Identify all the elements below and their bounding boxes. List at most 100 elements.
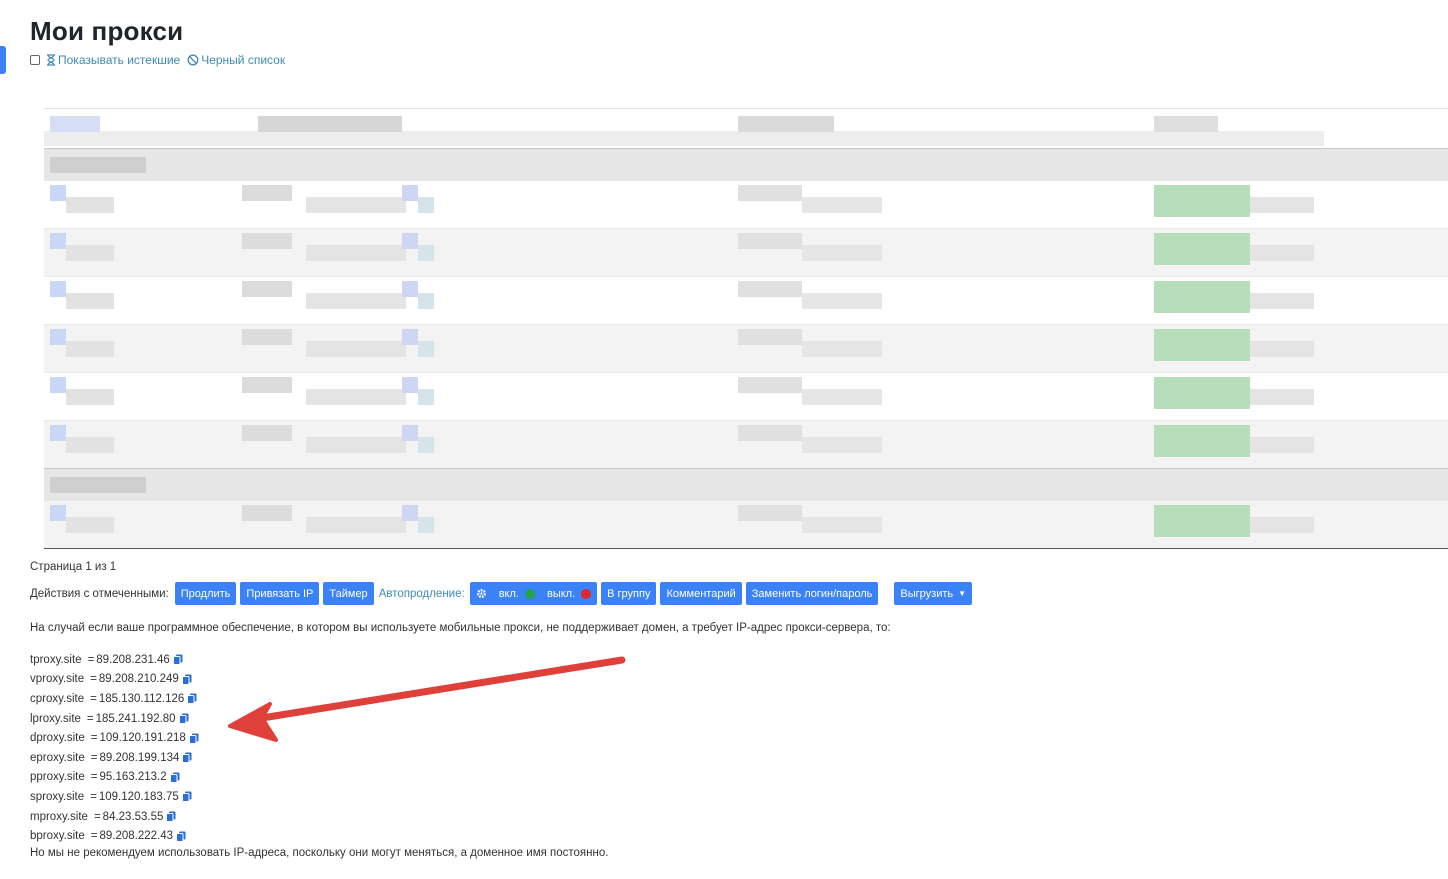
copy-icon[interactable] (187, 693, 197, 705)
table-row[interactable] (44, 180, 1448, 228)
blurred-cell (1250, 293, 1314, 309)
blurred-cell (50, 157, 146, 173)
blurred-cell (66, 341, 114, 357)
blurred-header-cell (258, 116, 402, 132)
sidebar-toggle[interactable] (0, 46, 6, 74)
blurred-cell (50, 425, 66, 441)
equals-sign: = (90, 790, 97, 803)
timer-button[interactable]: Таймер (323, 582, 374, 605)
autorenew-on-label: вкл. (498, 587, 519, 600)
table-bottom-border (44, 548, 1448, 549)
blurred-cell (306, 197, 406, 213)
equals-sign: = (90, 751, 98, 764)
blurred-cell (242, 185, 292, 201)
bind-ip-button[interactable]: Привязать IP (240, 582, 320, 605)
blurred-cell (802, 197, 882, 213)
proxy-host: cproxy.site (30, 692, 85, 705)
blurred-cell (242, 377, 292, 393)
blurred-cell (306, 437, 406, 453)
blurred-cell (402, 425, 418, 441)
show-expired-checkbox[interactable] (30, 55, 40, 65)
equals-sign: = (90, 830, 98, 843)
pagination-info: Страница 1 из 1 (30, 561, 117, 573)
table-row[interactable] (44, 420, 1448, 468)
table-group-row[interactable] (44, 148, 1448, 180)
blurred-cell (738, 281, 802, 297)
blurred-cell (50, 233, 66, 249)
table-row[interactable] (44, 276, 1448, 324)
proxy-row: tproxy.site = 89.208.231.46 (30, 650, 199, 670)
proxy-row: dproxy.site = 109.120.191.218 (30, 728, 199, 748)
proxy-host: vproxy.site (30, 673, 85, 686)
blurred-cell (1154, 505, 1250, 537)
copy-icon[interactable] (181, 674, 192, 685)
autorenew-on-dot (524, 588, 535, 599)
proxy-ip: 89.208.199.134 (99, 751, 180, 764)
export-label: Выгрузить (900, 587, 954, 600)
show-expired-link[interactable]: Показывать истекшие (46, 53, 180, 67)
filter-bar: Показывать истекшие Черный список (30, 53, 285, 67)
table-row[interactable] (44, 324, 1448, 372)
blurred-cell (802, 245, 882, 261)
copy-icon[interactable] (182, 752, 192, 764)
proxy-ip: 89.208.222.43 (99, 830, 174, 843)
copy-icon[interactable] (172, 654, 183, 666)
blurred-cell (50, 477, 146, 493)
copy-icon[interactable] (181, 791, 192, 803)
blurred-cell (242, 505, 292, 521)
blurred-cell (242, 425, 292, 441)
autorenew-label: Автопродление: (378, 587, 465, 600)
table-row[interactable] (44, 500, 1448, 548)
blurred-cell (1154, 233, 1250, 265)
extend-button[interactable]: Продлить (174, 582, 237, 605)
copy-icon[interactable] (166, 811, 176, 823)
table-row[interactable] (44, 372, 1448, 420)
blacklist-link[interactable]: Черный список (187, 53, 285, 67)
chevron-down-icon: ▼ (958, 589, 967, 598)
copy-icon[interactable] (178, 713, 189, 725)
blurred-cell (418, 197, 434, 213)
blurred-cell (738, 329, 802, 345)
blurred-cell (306, 389, 406, 405)
autorenew-button[interactable]: вкл. выкл. (469, 582, 598, 605)
blurred-cell (402, 185, 418, 201)
proxy-table-blurred (44, 108, 1448, 560)
copy-icon[interactable] (176, 831, 186, 842)
blurred-cell (402, 329, 418, 345)
ip-notice: На случай если ваше программное обеспече… (30, 622, 891, 634)
blurred-cell (1250, 389, 1314, 405)
blurred-cell (418, 389, 434, 405)
copy-icon[interactable] (169, 772, 180, 783)
blurred-cell (50, 505, 66, 521)
blurred-cell (306, 341, 406, 357)
ip-footer-note: Но мы не рекомендуем использовать IP-адр… (30, 847, 609, 859)
export-button[interactable]: Выгрузить ▼ (894, 582, 973, 605)
comment-button[interactable]: Комментарий (660, 582, 742, 605)
proxy-host: bproxy.site (30, 830, 85, 843)
copy-icon[interactable] (188, 733, 199, 744)
proxy-host: eproxy.site (30, 751, 85, 764)
proxy-host: tproxy.site (30, 653, 82, 666)
proxy-ip: 89.208.210.249 (98, 673, 179, 686)
proxy-row: vproxy.site = 89.208.210.249 (30, 670, 199, 690)
blurred-cell (50, 281, 66, 297)
table-group-row[interactable] (44, 468, 1448, 500)
proxy-ip: 109.120.183.75 (98, 790, 179, 803)
equals-sign: = (90, 673, 97, 686)
proxy-ip: 89.208.231.46 (96, 653, 170, 666)
blurred-cell (66, 517, 114, 533)
replace-login-button[interactable]: Заменить логин/пароль (745, 582, 879, 605)
blurred-cell (1154, 425, 1250, 457)
blurred-header-cell (1154, 116, 1218, 132)
blurred-cell (802, 389, 882, 405)
blurred-cell (1250, 245, 1314, 261)
blurred-cell (418, 245, 434, 261)
proxy-ip: 185.241.192.80 (95, 712, 176, 725)
table-row[interactable] (44, 228, 1448, 276)
proxy-host: dproxy.site (30, 732, 85, 745)
proxy-host: pproxy.site (30, 771, 85, 784)
blurred-cell (1250, 517, 1314, 533)
blurred-cell (738, 425, 802, 441)
to-group-button[interactable]: В группу (601, 582, 657, 605)
blurred-cell (50, 185, 66, 201)
